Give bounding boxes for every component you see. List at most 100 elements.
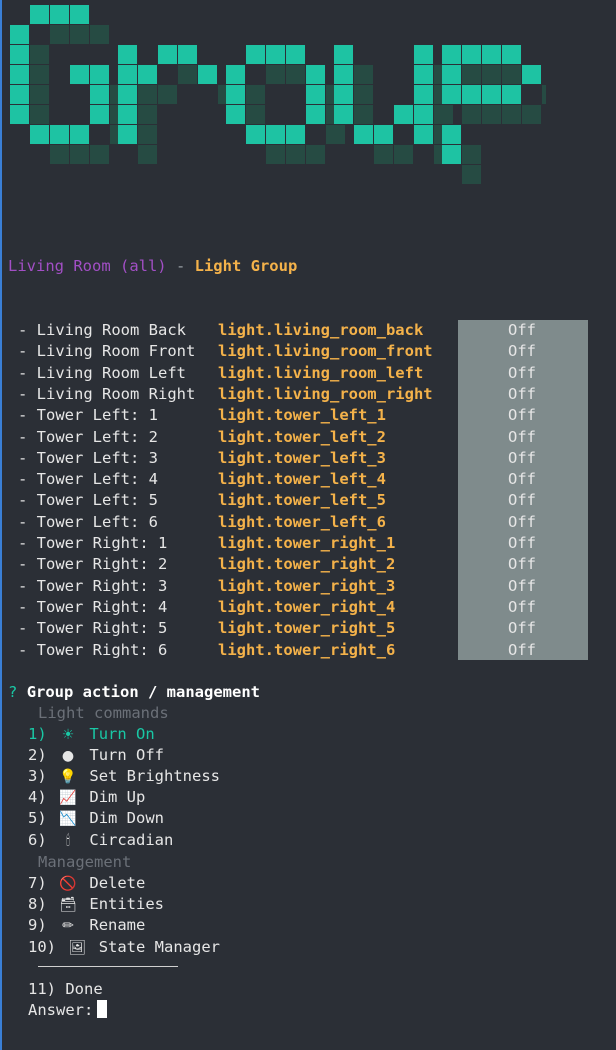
entity-row: - Tower Left: 5 light.tower_left_5 Off (18, 490, 536, 511)
option-number: 1) (28, 725, 47, 743)
banner-shadow-block (90, 145, 109, 164)
entity-state: Off (508, 321, 536, 339)
entity-row: - Tower Left: 3 light.tower_left_3 Off (18, 448, 536, 469)
banner-shadow-block (30, 65, 49, 84)
prompt-marker: ? (8, 683, 18, 701)
banner-shadow-block (246, 105, 265, 124)
group-header: Living Room (all) - Light Group (8, 256, 297, 277)
banner-block (306, 85, 325, 104)
banner-block (70, 5, 89, 24)
entity-row: - Tower Left: 2 light.tower_left_2 Off (18, 427, 536, 448)
option-set-brightness[interactable]: 3) 💡 Set Brightness (28, 766, 220, 787)
entity-row: - Living Room Front light.living_room_fro… (18, 341, 536, 362)
banner-shadow-block (70, 25, 89, 44)
banner-shadow-block (286, 145, 305, 164)
entity-row: - Tower Left: 1 light.tower_left_1 Off (18, 405, 536, 426)
banner-shadow-block (246, 85, 265, 104)
prompt-question: ? Group action / management (8, 682, 260, 703)
option-delete[interactable]: 7) 🚫 Delete (28, 873, 145, 894)
entity-row: - Tower Left: 4 light.tower_left_4 Off (18, 469, 536, 490)
banner-block (50, 125, 69, 144)
banner-block (246, 45, 265, 64)
banner-block (442, 85, 461, 104)
option-turn-off[interactable]: 2) ● Turn Off (28, 745, 164, 766)
banner-block (482, 85, 501, 104)
banner-block (414, 105, 433, 124)
banner-block (414, 45, 433, 64)
entity-row: - Tower Right: 6 light.tower_right_6 Off (18, 640, 536, 661)
option-turn-on[interactable]: 1) ☀ Turn On (28, 724, 155, 745)
entity-id: light.tower_right_4 (218, 597, 396, 616)
row-dash: - (18, 576, 37, 595)
row-dash: - (18, 384, 37, 403)
option-rename[interactable]: 9) ✏ Rename (28, 915, 145, 936)
option-dim-down[interactable]: 5) 📉 Dim Down (28, 808, 164, 829)
entity-id: light.tower_left_5 (218, 491, 386, 510)
entity-id: light.tower_left_1 (218, 406, 386, 425)
entity-name: Living Room Right (36, 384, 196, 403)
entity-name: Tower Left: 6 (36, 512, 158, 531)
option-circadian[interactable]: 6) 🕯 Circadian (28, 830, 173, 851)
banner-block (334, 85, 353, 104)
banner-shadow-block (502, 105, 521, 124)
row-dash: - (18, 448, 37, 467)
option-entities[interactable]: 8) 🗃 Entities (28, 894, 164, 915)
entity-row: - Tower Left: 6 light.tower_left_6 Off (18, 512, 536, 533)
group-type: Light Group (194, 257, 298, 275)
entity-id: light.tower_left_4 (218, 470, 386, 489)
separator-line (38, 966, 178, 967)
entity-id: light.tower_right_2 (218, 555, 396, 574)
banner-shadow-block (354, 105, 373, 124)
option-done[interactable]: 11) Done (28, 979, 103, 1000)
option-number: 9) (28, 916, 47, 934)
row-dash: - (18, 597, 37, 616)
banner-block (442, 145, 461, 164)
option-dim-up[interactable]: 4) 📈 Dim Up (28, 787, 145, 808)
row-dash: - (18, 406, 37, 425)
option-number: 11) (28, 980, 56, 998)
moon-icon: ● (61, 748, 75, 764)
banner-block (226, 65, 245, 84)
banner-shadow-block (138, 85, 157, 104)
banner-block (306, 105, 325, 124)
prompt-question-text: Group action / management (26, 683, 260, 701)
banner-block (462, 85, 481, 104)
entity-name: Tower Left: 2 (36, 427, 158, 446)
entity-name: Tower Left: 3 (36, 448, 158, 467)
entity-name: Tower Left: 1 (36, 406, 158, 425)
entity-name: Tower Right: 2 (36, 555, 168, 574)
banner-block (354, 125, 373, 144)
entity-state: Off (508, 597, 536, 616)
banner-shadow-block (482, 65, 501, 84)
banner-shadow-block (50, 25, 69, 44)
banner-block (90, 65, 109, 84)
banner-block (118, 45, 137, 64)
group-name: Living Room (all) (8, 257, 167, 275)
option-label: State Manager (98, 938, 221, 956)
row-dash: - (18, 534, 37, 552)
banner-shadow-block (482, 105, 501, 124)
entity-row: - Tower Right: 5 light.tower_right_5 Off (18, 618, 536, 639)
option-label: Dim Up (89, 788, 146, 806)
entity-id: light.tower_left_6 (218, 512, 386, 531)
banner-shadow-block (30, 85, 49, 104)
entity-id: light.living_room_left (218, 363, 424, 382)
entity-row: - Living Room Back light.living_room_back… (18, 320, 536, 341)
option-state-manager[interactable]: 10) 🖼 State Manager (28, 937, 220, 958)
entity-name: Living Room Front (36, 342, 196, 361)
entity-state: Off (508, 342, 536, 361)
row-dash: - (18, 619, 37, 638)
banner-block (70, 125, 89, 144)
option-label: Circadian (89, 831, 174, 849)
sun-icon: ☀ (61, 727, 75, 743)
entity-name: Tower Right: 1 (36, 534, 168, 552)
option-label: Entities (89, 895, 165, 913)
banner-shadow-block (326, 125, 345, 144)
entity-name: Living Room Left (36, 363, 186, 382)
banner-block (266, 125, 285, 144)
answer-input[interactable]: Answer: (28, 1000, 108, 1021)
row-dash: - (18, 640, 37, 659)
banner-block (10, 45, 29, 64)
card-box-icon: 🗃 (59, 897, 77, 913)
banner-block (414, 125, 433, 144)
